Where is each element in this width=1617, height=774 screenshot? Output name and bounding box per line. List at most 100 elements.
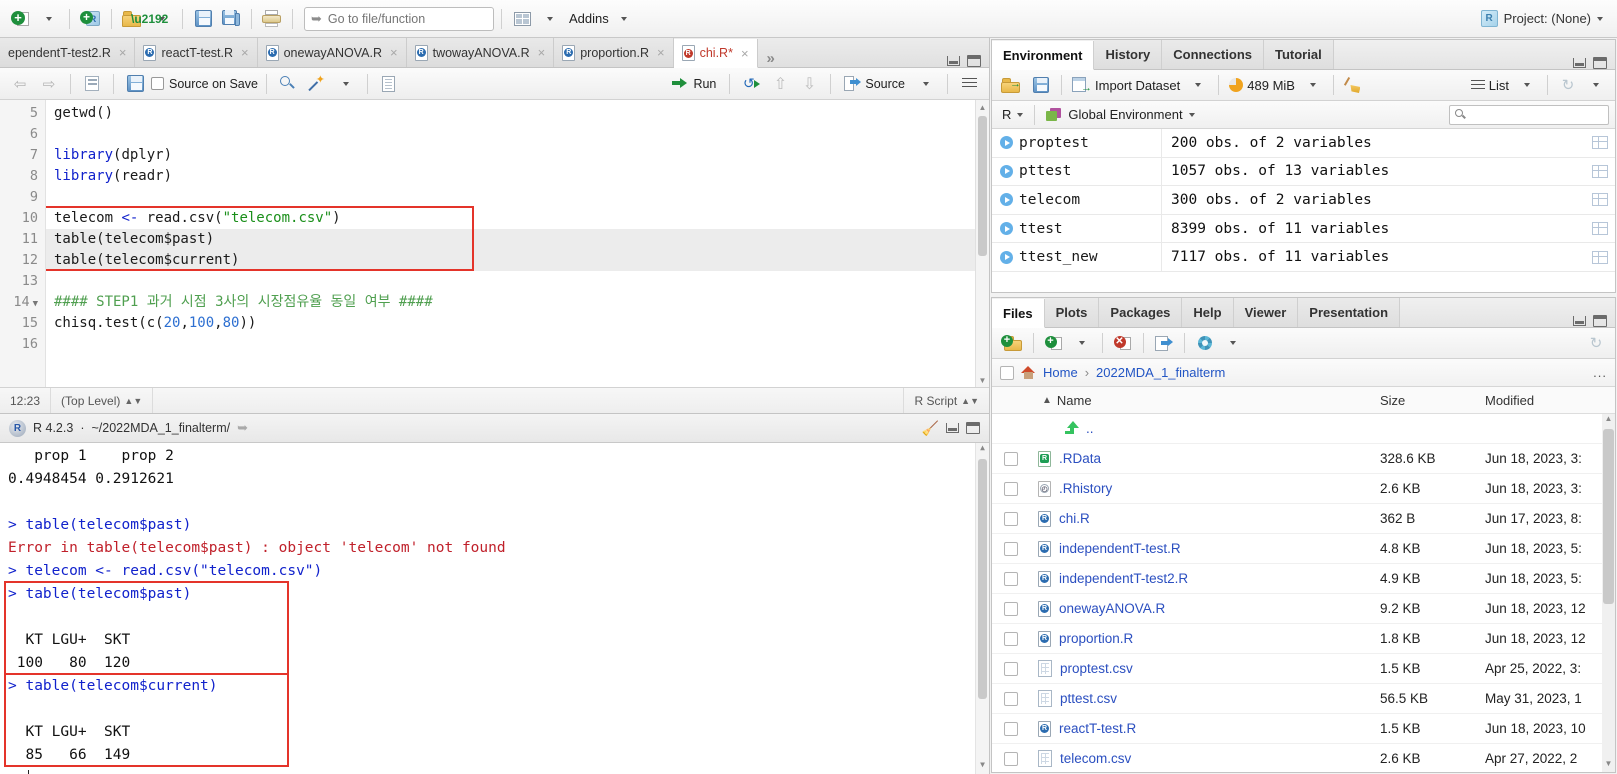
file-checkbox-cell[interactable] xyxy=(992,541,1038,556)
code-line-14[interactable]: #### STEP1 과거 시점 3사의 시장점유율 동일 여부 #### xyxy=(46,292,975,313)
global-environment-label[interactable]: Global Environment xyxy=(1068,107,1182,122)
file-name[interactable]: proptest.csv xyxy=(1060,661,1133,676)
editor-scrollbar[interactable]: ▲ ▼ xyxy=(975,100,989,387)
file-name[interactable]: chi.R xyxy=(1059,511,1090,526)
environment-tab-history[interactable]: History xyxy=(1094,40,1163,69)
environment-view-data-cell[interactable] xyxy=(1585,136,1615,150)
chevron-down-icon[interactable] xyxy=(1017,112,1024,117)
environment-language-label[interactable]: R xyxy=(998,107,1011,122)
files-tab-files[interactable]: Files xyxy=(992,299,1045,328)
source-tabs-overflow-button[interactable]: » xyxy=(758,50,784,67)
view-data-grid-icon[interactable] xyxy=(1592,222,1608,236)
workspace-panes-button[interactable] xyxy=(509,6,535,32)
rename-file-button[interactable] xyxy=(1151,330,1177,356)
close-icon[interactable]: × xyxy=(657,45,665,60)
source-tab-0[interactable]: ependentT-test2.R × xyxy=(0,38,136,67)
code-line-10[interactable]: telecom <- read.csv("telecom.csv") xyxy=(46,208,975,229)
environment-object-name-cell[interactable]: proptest xyxy=(992,129,1162,157)
file-row[interactable]: RindependentT-test2.R 4.9 KB Jun 18, 2023,… xyxy=(992,564,1615,594)
code-editor[interactable]: 5 6 7 8 9 10 11 12 13 14 ▼ 15 16 getwd() library(dpl… xyxy=(0,100,989,387)
file-checkbox[interactable] xyxy=(1004,661,1018,676)
new-file-button[interactable]: + xyxy=(8,6,34,32)
console-scrollbar[interactable]: ▲ ▼ xyxy=(975,443,989,774)
environment-search-input[interactable] xyxy=(1469,107,1603,122)
environment-view-data-cell[interactable] xyxy=(1585,250,1615,264)
import-dataset-button[interactable]: → Import Dataset xyxy=(1069,72,1183,98)
environment-view-data-cell[interactable] xyxy=(1585,193,1615,207)
environment-refresh-button[interactable]: ↻ xyxy=(1555,72,1581,98)
scroll-down-arrow[interactable]: ▼ xyxy=(976,373,989,387)
code-line-7[interactable]: library(dplyr) xyxy=(46,145,975,166)
file-name[interactable]: independentT-test.R xyxy=(1059,541,1181,556)
file-name[interactable]: independentT-test2.R xyxy=(1059,571,1188,586)
environment-row[interactable]: proptest 200 obs. of 2 variables xyxy=(992,129,1615,158)
addins-label[interactable]: Addins xyxy=(569,11,609,26)
file-checkbox-cell[interactable] xyxy=(992,751,1038,766)
source-tab-4[interactable]: Rproportion.R × xyxy=(554,38,674,67)
file-name[interactable]: .. xyxy=(1086,421,1094,436)
file-checkbox[interactable] xyxy=(1004,481,1018,496)
find-replace-button[interactable] xyxy=(275,71,301,97)
breadcrumb-current[interactable]: 2022MDA_1_finalterm xyxy=(1096,365,1225,380)
file-name[interactable]: telecom.csv xyxy=(1060,751,1131,766)
previous-chunk-button[interactable]: ⇧ xyxy=(767,71,793,97)
save-all-button[interactable] xyxy=(218,6,244,32)
file-name[interactable]: .Rhistory xyxy=(1059,481,1112,496)
file-row[interactable]: RindependentT-test.R 4.8 KB Jun 18, 2023, … xyxy=(992,534,1615,564)
source-on-save-checkbox[interactable] xyxy=(151,77,164,90)
new-folder-button[interactable]: + xyxy=(998,330,1026,356)
file-name[interactable]: reactT-test.R xyxy=(1059,721,1136,736)
goto-file-function-box[interactable]: ➥ xyxy=(304,6,494,31)
addins-dropdown[interactable] xyxy=(611,6,637,32)
source-on-save-toggle[interactable]: Source on Save xyxy=(151,77,258,91)
expand-icon[interactable] xyxy=(1000,222,1013,236)
memory-usage-button[interactable]: 489 MiB xyxy=(1226,72,1298,98)
delete-file-button[interactable]: ✕ xyxy=(1110,330,1136,356)
open-file-button[interactable]: \u2192 xyxy=(119,6,168,32)
environment-refresh-dropdown[interactable] xyxy=(1583,72,1609,98)
close-icon[interactable]: × xyxy=(390,45,398,60)
file-row[interactable]: proptest.csv 1.5 KB Apr 25, 2022, 3: xyxy=(992,654,1615,684)
file-name-cell[interactable]: RonewayANOVA.R xyxy=(1038,600,1380,617)
files-tab-viewer[interactable]: Viewer xyxy=(1233,298,1299,327)
environment-object-name-cell[interactable]: ttest xyxy=(992,214,1162,243)
editor-save-button[interactable] xyxy=(122,71,148,97)
file-name-cell[interactable]: Rchi.R xyxy=(1038,510,1380,527)
file-checkbox[interactable] xyxy=(1004,511,1018,526)
files-list[interactable]: .. R .RData 328.6 KB Jun 18, 2023, 3: ◴ .Rhist… xyxy=(992,414,1615,772)
file-type-selector[interactable]: R Script ▲▼ xyxy=(903,388,989,413)
file-checkbox-cell[interactable] xyxy=(992,511,1038,526)
file-name-cell[interactable]: .. xyxy=(1038,420,1380,437)
files-header-size[interactable]: Size xyxy=(1380,393,1485,408)
code-line-6[interactable] xyxy=(46,124,975,145)
new-file-dropdown[interactable] xyxy=(36,6,62,32)
console-working-directory[interactable]: ~/2022MDA_1_finalterm/ xyxy=(91,421,230,435)
show-in-new-window-button[interactable] xyxy=(79,71,105,97)
clear-workspace-button[interactable] xyxy=(1341,72,1367,98)
file-checkbox-cell[interactable] xyxy=(992,721,1038,736)
console-minimize-button[interactable] xyxy=(946,423,959,433)
source-tab-1[interactable]: RreactT-test.R × xyxy=(135,38,258,67)
code-line-9[interactable] xyxy=(46,187,975,208)
goto-file-function-input[interactable] xyxy=(327,11,487,26)
view-data-grid-icon[interactable] xyxy=(1592,250,1608,264)
file-checkbox-cell[interactable] xyxy=(992,631,1038,646)
open-directory-icon[interactable]: ➥ xyxy=(237,420,248,436)
code-line-13[interactable] xyxy=(46,271,975,292)
files-more-button[interactable] xyxy=(1192,330,1218,356)
file-checkbox-cell[interactable] xyxy=(992,601,1038,616)
file-name-cell[interactable]: Rproportion.R xyxy=(1038,630,1380,647)
file-name-cell[interactable]: RindependentT-test.R xyxy=(1038,540,1380,557)
file-name-cell[interactable]: pttest.csv xyxy=(1038,690,1380,707)
files-refresh-button[interactable]: ↻ xyxy=(1583,330,1609,356)
run-button[interactable]: Run xyxy=(667,75,721,93)
clear-console-broom-icon[interactable]: 🧹 xyxy=(922,420,939,437)
rerun-button[interactable]: ↺ xyxy=(738,71,764,97)
view-data-grid-icon[interactable] xyxy=(1592,164,1608,178)
files-minimize-button[interactable] xyxy=(1573,316,1586,326)
file-checkbox[interactable] xyxy=(1004,721,1018,736)
files-header-modified[interactable]: Modified xyxy=(1485,393,1615,408)
expand-icon[interactable] xyxy=(1000,193,1013,207)
scope-selector[interactable]: (Top Level) ▲▼ xyxy=(51,388,154,413)
view-data-grid-icon[interactable] xyxy=(1592,193,1608,207)
